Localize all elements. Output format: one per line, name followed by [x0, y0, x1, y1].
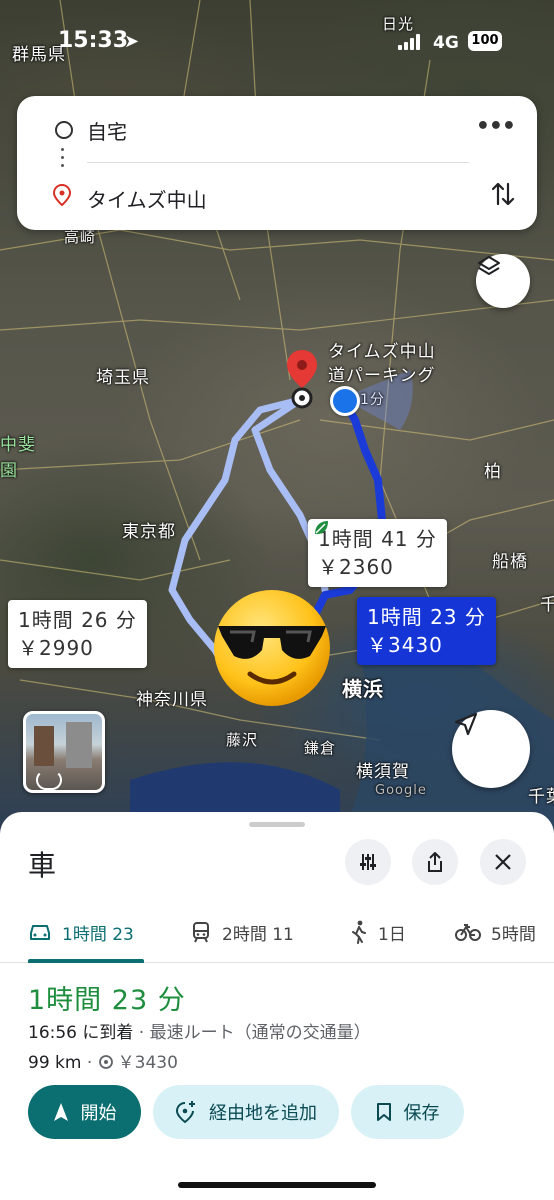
google-watermark: Google [375, 783, 427, 798]
origin-field[interactable]: 自宅 [87, 116, 127, 145]
home-indicator[interactable] [178, 1182, 376, 1188]
place-label: 横須賀 [356, 762, 410, 782]
start-button[interactable]: 開始 [28, 1085, 141, 1139]
distance: 99 km [28, 1053, 82, 1073]
place-label: 園 [0, 461, 18, 481]
layers-icon [478, 256, 500, 275]
route-note: · 最速ルート（通常の交通量） [133, 1023, 371, 1043]
destination-pin-icon[interactable] [284, 348, 320, 410]
directions-sheet: 車 1時間 23 2時間 11 1日 5時間 1時間 23 分 16:56 に到… [0, 812, 554, 1200]
place-label: 千葉 [528, 787, 554, 807]
tab-bike[interactable]: 5時間 [455, 904, 536, 960]
tab-car[interactable]: 1時間 23 [28, 904, 134, 960]
place-label: 横浜 [342, 677, 384, 701]
walk-time-label: 1分 [360, 392, 385, 408]
place-label: 千 [540, 595, 554, 615]
route-bubble-3430-selected[interactable]: 1時間 23 分 ￥3430 [357, 597, 496, 665]
place-label: 鎌倉 [304, 739, 337, 757]
current-location-dot [330, 386, 360, 416]
navigate-arrow-icon [53, 1103, 68, 1121]
close-button[interactable] [480, 839, 526, 885]
arrival-info: 16:56 に到着 · 最速ルート（通常の交通量） [28, 1018, 371, 1043]
tab-walk[interactable]: 1日 [350, 904, 406, 960]
route-options-button[interactable] [345, 839, 391, 885]
toll-icon [98, 1055, 113, 1069]
location-services-icon: ➤ [124, 31, 140, 52]
train-icon [193, 922, 209, 943]
place-label: 中斐 [0, 435, 36, 455]
share-button[interactable] [412, 839, 458, 885]
add-stop-pin-icon [175, 1101, 195, 1124]
rotate-360-icon [36, 770, 62, 790]
car-icon [30, 925, 50, 940]
battery-icon: 100 [468, 31, 502, 51]
add-stop-button[interactable]: 経由地を追加 [153, 1085, 339, 1139]
directions-search-card: 自宅 タイムズ中山 ••• [17, 96, 537, 230]
origin-circle-icon [55, 121, 73, 139]
connector-dots-icon [61, 148, 65, 172]
swap-direction-icon[interactable] [491, 180, 515, 208]
place-label: 柏 [484, 462, 502, 482]
status-time: 15:33 [58, 28, 129, 53]
walk-icon [352, 920, 366, 944]
sheet-title: 車 [28, 849, 57, 882]
bookmark-icon [376, 1103, 391, 1121]
tab-transit[interactable]: 2時間 11 [190, 904, 294, 960]
travel-mode-tabs: 1時間 23 2時間 11 1日 5時間 [0, 904, 554, 963]
sunglasses-emoji-sticker [214, 590, 330, 706]
destination-pin-small-icon [53, 184, 71, 206]
bike-icon [455, 924, 481, 941]
my-location-button[interactable] [452, 710, 530, 788]
street-view-thumbnail[interactable] [23, 711, 105, 793]
active-tab-indicator [28, 959, 144, 963]
more-options-icon[interactable]: ••• [476, 114, 516, 139]
navigation-arrow-icon [454, 712, 478, 736]
destination-field[interactable]: タイムズ中山 [87, 184, 207, 213]
route-bubble-2990[interactable]: 1時間 26 分 ￥2990 [8, 600, 147, 668]
distance-info: 99 km · ￥3430 [28, 1053, 178, 1073]
place-label: 藤沢 [226, 731, 259, 749]
toll-price: ￥3430 [117, 1053, 178, 1073]
arrival-time: 16:56 に到着 [28, 1023, 134, 1043]
destination-map-label: タイムズ中山 道パーキング [328, 342, 436, 386]
eco-leaf-icon [315, 521, 328, 535]
share-icon [428, 852, 442, 872]
sliders-icon [360, 854, 376, 870]
place-label: 神奈川県 [136, 690, 208, 710]
network-type: 4G [433, 33, 459, 53]
place-label: 東京都 [122, 522, 176, 542]
route-bubble-2360[interactable]: 1時間 41 分 ￥2360 [308, 519, 447, 587]
place-label: 船橋 [492, 552, 528, 572]
place-label: 埼玉県 [96, 368, 150, 388]
drag-handle[interactable] [249, 822, 305, 827]
close-icon [495, 854, 511, 870]
layers-button[interactable] [476, 254, 530, 308]
save-button[interactable]: 保存 [351, 1085, 464, 1139]
signal-bars-icon [398, 34, 420, 50]
status-bar: 15:33 ➤ 4G 100 [0, 28, 554, 58]
route-duration: 1時間 23 分 [28, 985, 186, 1016]
